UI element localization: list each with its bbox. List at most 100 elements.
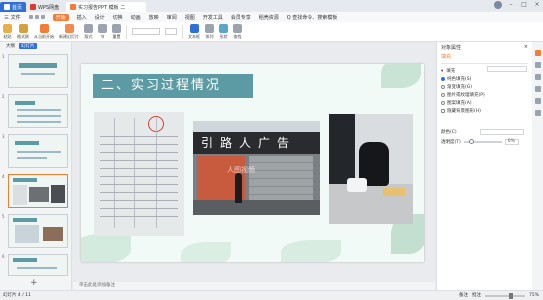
thumb-block (15, 101, 35, 105)
section-icon (98, 23, 107, 33)
font-size-select[interactable] (165, 28, 177, 35)
tab-fill[interactable]: 填充 (437, 52, 532, 61)
menu-review[interactable]: 审阅 (167, 14, 177, 21)
menu-insert[interactable]: 插入 (77, 14, 87, 21)
shutter-line (249, 170, 313, 171)
menu-home[interactable]: 开始 (52, 13, 69, 21)
home-icon (4, 4, 10, 10)
notes-toggle[interactable]: 备注 (459, 291, 468, 300)
plastic-bag (347, 178, 367, 192)
slide-thumbnail[interactable]: 6 (2, 254, 68, 276)
zoom-slider[interactable] (484, 293, 525, 299)
shape-button[interactable]: 形状 (219, 23, 228, 40)
slide-heading[interactable]: 二、实习过程情况 (93, 74, 253, 98)
zoom-level[interactable]: 75% (529, 291, 539, 300)
color-label: 颜色(C) (441, 130, 457, 135)
print-icon[interactable] (34, 15, 39, 19)
format-painter-button[interactable]: 格式刷 (17, 23, 29, 40)
slide-thumbnail[interactable]: 2 (2, 94, 68, 128)
hide-background-label: 隐藏背景图形(H) (447, 109, 481, 114)
paste-button[interactable]: 粘贴 (3, 23, 12, 40)
thumb-block (29, 187, 49, 202)
slide-canvas: 二、实习过程情况 引路人广告 人图视频 (73, 42, 435, 282)
layout-label: 版式 (84, 33, 93, 39)
slider-knob[interactable] (468, 139, 474, 144)
search-command[interactable]: Q 查找命令、搜索模板 (287, 14, 338, 21)
add-slide-button[interactable]: + (30, 278, 38, 288)
slide-thumbnail[interactable]: 3 (2, 134, 68, 168)
close-icon[interactable]: × (524, 44, 528, 50)
side-toolbar (532, 42, 543, 290)
menu-slideshow[interactable]: 放映 (149, 14, 159, 21)
fill-option-solid[interactable]: 纯色填充(S) (437, 75, 532, 83)
play-from-current-button[interactable]: 从当前开始 (34, 23, 54, 40)
font-family-select[interactable] (132, 28, 160, 35)
window-controls: – □ × (494, 1, 541, 9)
minimize-button[interactable]: – (507, 1, 515, 9)
transparency-slider[interactable] (463, 139, 502, 144)
thumbnail-image (8, 254, 68, 276)
thumb-block (15, 141, 39, 145)
tab-outline[interactable]: 大纲 (6, 43, 15, 49)
notes-area[interactable]: 单击此处添加备注 (73, 282, 435, 290)
slide-thumbnail[interactable]: 1 (2, 54, 68, 88)
share-icon[interactable] (534, 98, 541, 104)
help-icon[interactable] (534, 110, 541, 116)
style-icon[interactable] (534, 86, 541, 92)
document-photo[interactable] (94, 112, 184, 236)
transparency-value[interactable]: 0% (504, 139, 519, 145)
avatar[interactable] (494, 1, 502, 9)
find-button[interactable]: 查找 (233, 23, 242, 40)
paste-label: 粘贴 (3, 33, 12, 39)
textbox-button[interactable]: 文本框 (188, 23, 200, 40)
tab-home[interactable]: 首页 (0, 2, 26, 12)
maximize-button[interactable]: □ (520, 1, 528, 9)
status-controls: 备注 批注 75% (459, 291, 543, 300)
menu-docer[interactable]: 稻壳资源 (259, 14, 279, 21)
color-select[interactable] (479, 129, 524, 135)
tab-document[interactable]: 实习报告PPT 模板 二 (66, 2, 146, 12)
arrange-button[interactable]: 排列 (205, 23, 214, 40)
worker-photo[interactable] (329, 114, 413, 224)
transition-icon[interactable] (534, 74, 541, 80)
menu-design[interactable]: 设计 (95, 14, 105, 21)
close-button[interactable]: × (533, 1, 541, 9)
menu-view[interactable]: 视图 (185, 14, 195, 21)
comments-toggle[interactable]: 批注 (472, 291, 481, 300)
tab-wps-label: WPS网盘 (38, 4, 60, 11)
menu-animation[interactable]: 动画 (131, 14, 141, 21)
layout-button[interactable]: 版式 (84, 23, 93, 40)
tab-wps-cloud[interactable]: WPS网盘 (26, 2, 66, 12)
fill-select[interactable] (487, 66, 527, 72)
undo-icon[interactable] (40, 15, 45, 19)
fill-option-picture[interactable]: 图片或纹理填充(P) (437, 91, 532, 99)
photo-watermark: 人图视频 (227, 166, 255, 174)
animation-icon[interactable] (534, 62, 541, 68)
storefront-photo[interactable]: 引路人广告 人图视频 (193, 121, 320, 215)
fill-option-pattern[interactable]: 图案填充(A) (437, 99, 532, 107)
thumb-line (17, 157, 47, 159)
slide-thumbnail[interactable]: 5 (2, 214, 68, 248)
menu-member[interactable]: 会员专享 (231, 14, 251, 21)
zoom-knob[interactable] (508, 293, 513, 299)
save-icon[interactable] (28, 15, 33, 19)
tab-slides[interactable]: 幻灯片 (19, 43, 37, 49)
slide-thumbnail-selected[interactable]: 4 (2, 174, 68, 208)
new-slide-button[interactable]: 新建幻灯片 (59, 23, 79, 40)
hide-background-option[interactable]: 隐藏背景图形(H) (437, 107, 532, 115)
checkbox-icon (441, 109, 445, 113)
section-button[interactable]: 节 (98, 23, 107, 40)
slide[interactable]: 二、实习过程情况 引路人广告 人图视频 (81, 64, 424, 262)
fill-option-gradient[interactable]: 渐变填充(G) (437, 83, 532, 91)
radio-icon (441, 101, 445, 105)
thumb-block (15, 225, 39, 243)
menu-developer[interactable]: 开发工具 (203, 14, 223, 21)
thumb-block (13, 258, 37, 262)
arrange-icon (205, 23, 214, 33)
chevron-down-icon[interactable]: ▾ (441, 69, 443, 74)
menu-transition[interactable]: 切换 (113, 14, 123, 21)
find-icon (233, 23, 242, 33)
reset-button[interactable]: 重置 (112, 23, 121, 40)
menu-file[interactable]: 三 文件 (4, 14, 21, 21)
properties-icon[interactable] (534, 50, 541, 56)
